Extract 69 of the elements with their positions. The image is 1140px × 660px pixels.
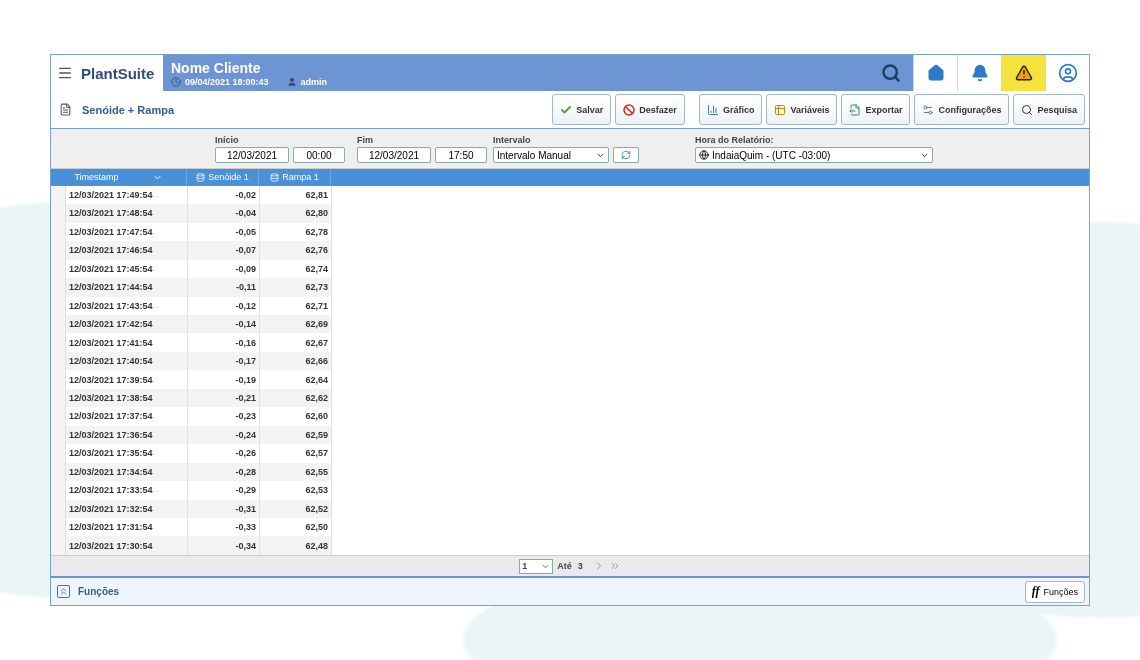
expand-icon[interactable] xyxy=(57,585,70,598)
save-button[interactable]: Salvar xyxy=(552,94,612,125)
refresh-button[interactable] xyxy=(613,147,639,163)
table-cell: -0,07 xyxy=(188,241,260,260)
home-icon xyxy=(926,64,945,82)
tag-icon xyxy=(270,172,280,182)
field-label: Intervalo xyxy=(493,135,532,145)
export-icon xyxy=(849,103,862,116)
panel-title: Funções xyxy=(78,586,121,597)
table-cell: 12/03/2021 17:33:54 xyxy=(66,481,188,500)
functions-button[interactable]: ff Funções xyxy=(1024,580,1085,603)
report-icon xyxy=(59,103,72,116)
table-cell: -0,04 xyxy=(188,204,260,223)
table-cell: 12/03/2021 17:30:54 xyxy=(66,536,188,555)
profile-icon xyxy=(1057,63,1078,83)
undo-button[interactable]: Desfazer xyxy=(615,94,685,125)
pager-label: Até xyxy=(557,561,572,571)
table-cell: 12/03/2021 17:39:54 xyxy=(66,370,188,389)
field-label: Início xyxy=(215,135,240,145)
table-cell: 62,76 xyxy=(260,241,332,260)
table-cell: 12/03/2021 17:35:54 xyxy=(66,444,188,463)
refresh-icon xyxy=(621,150,631,160)
table-cell: 12/03/2021 17:41:54 xyxy=(66,333,188,352)
warning-icon xyxy=(1014,64,1033,82)
tag-icon xyxy=(196,172,206,182)
export-button[interactable]: Exportar xyxy=(841,94,911,125)
user-icon xyxy=(286,76,297,87)
report-title: Senóide + Rampa xyxy=(82,103,174,116)
brand-logo: PlantSuite xyxy=(81,64,155,82)
timezone-select[interactable]: IndaiaQuim - (UTC -03:00) xyxy=(695,147,933,163)
home-button[interactable] xyxy=(913,55,957,91)
client-name: Nome Cliente xyxy=(171,59,262,76)
table-cell: 12/03/2021 17:37:54 xyxy=(66,407,188,426)
table-cell: -0,34 xyxy=(188,536,260,555)
warning-button[interactable] xyxy=(1001,55,1045,91)
chart-icon xyxy=(706,103,719,116)
date-field[interactable]: 12/03/2021 xyxy=(357,147,431,163)
page-select[interactable]: 1 xyxy=(519,558,554,574)
table-cell: 62,80 xyxy=(260,204,332,223)
table-cell: -0,11 xyxy=(188,278,260,297)
check-icon xyxy=(560,103,573,116)
time-field[interactable]: 00:00 xyxy=(293,147,345,163)
table-cell: 62,73 xyxy=(260,278,332,297)
field-label: Hora do Relatório: xyxy=(695,135,775,145)
chart-button[interactable]: Gráfico xyxy=(698,94,763,125)
page-total: 3 xyxy=(577,561,583,571)
table-cell: 12/03/2021 17:46:54 xyxy=(66,241,188,260)
table-cell: 12/03/2021 17:48:54 xyxy=(66,204,188,223)
bell-icon xyxy=(970,64,989,82)
table-cell: 62,48 xyxy=(260,536,332,555)
search-icon xyxy=(1021,103,1034,116)
interval-select[interactable]: Intervalo Manual xyxy=(493,147,609,163)
search-button[interactable]: Pesquisa xyxy=(1013,94,1085,125)
settings-button[interactable]: Configurações xyxy=(914,94,1010,125)
field-label: Fim xyxy=(357,135,374,145)
menu-icon[interactable] xyxy=(57,65,73,81)
time-field[interactable]: 17:50 xyxy=(435,147,487,163)
search-icon[interactable] xyxy=(881,63,901,83)
date-field[interactable]: 12/03/2021 xyxy=(215,147,289,163)
last-page-icon[interactable] xyxy=(608,560,621,572)
table-cell: 12/03/2021 17:44:54 xyxy=(66,278,188,297)
alarm-button[interactable] xyxy=(957,55,1001,91)
table-icon xyxy=(774,103,787,116)
settings-icon xyxy=(922,103,935,116)
profile-button[interactable] xyxy=(1045,55,1089,91)
variables-button[interactable]: Variáveis xyxy=(766,94,838,125)
datetime: 09/04/2021 18:00:43 xyxy=(185,76,269,87)
user-name: admin xyxy=(300,76,328,87)
cancel-icon xyxy=(623,103,636,116)
